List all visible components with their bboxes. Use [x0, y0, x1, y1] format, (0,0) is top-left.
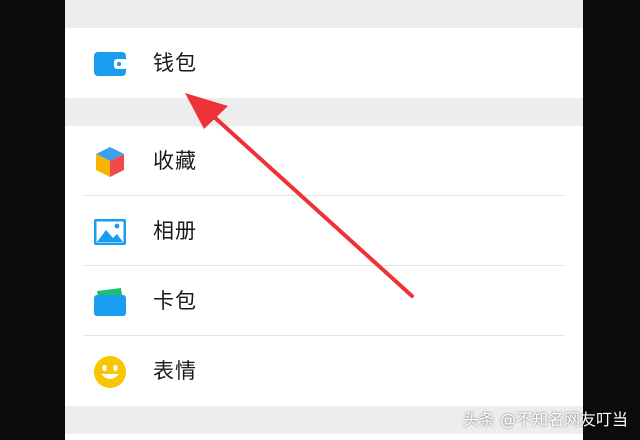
features-group: 收藏 相册 卡包 表情 — [65, 126, 583, 406]
card-wallet-icon — [94, 288, 126, 316]
menu-item-album[interactable]: 相册 — [65, 196, 583, 266]
menu-item-label: 卡包 — [153, 289, 197, 313]
wallet-group: 钱包 — [65, 28, 583, 98]
watermark: 头条 @不知名网友叮当 — [462, 410, 628, 429]
menu-item-card-wallet[interactable]: 卡包 — [65, 266, 583, 336]
menu-item-label: 表情 — [153, 359, 197, 383]
next-group — [65, 434, 583, 440]
menu-item-favorites[interactable]: 收藏 — [65, 126, 583, 196]
menu-item-emoji[interactable]: 表情 — [65, 336, 583, 406]
favorites-cube-icon — [96, 147, 124, 177]
menu-item-label: 钱包 — [153, 51, 197, 75]
menu-item-label: 相册 — [153, 219, 197, 243]
album-icon — [94, 219, 126, 245]
emoji-smile-icon — [94, 356, 126, 388]
wallet-icon — [94, 52, 127, 76]
menu-item-wallet[interactable]: 钱包 — [65, 28, 583, 98]
wechat-me-menu: 钱包 收藏 相册 卡包 表情 — [65, 0, 583, 440]
menu-item-label: 收藏 — [153, 149, 197, 173]
